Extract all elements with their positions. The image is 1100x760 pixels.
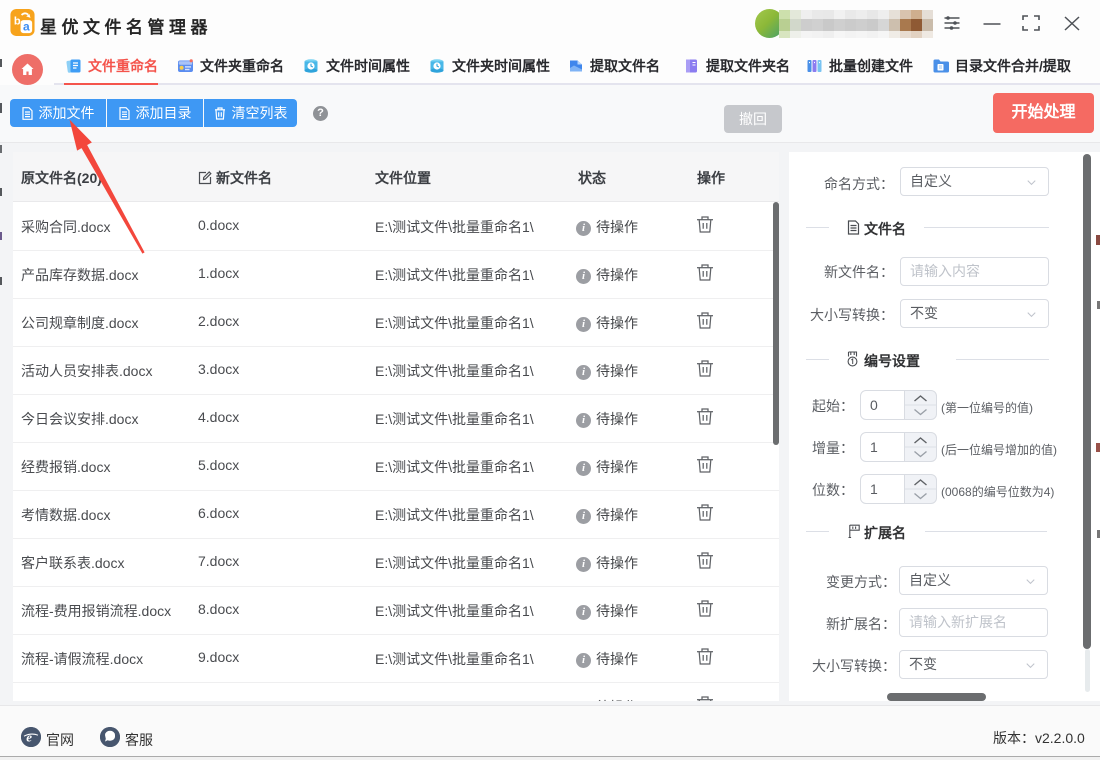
svg-text:e: e — [26, 730, 32, 745]
svg-text:b: b — [14, 15, 21, 27]
svg-text:a: a — [23, 20, 30, 34]
